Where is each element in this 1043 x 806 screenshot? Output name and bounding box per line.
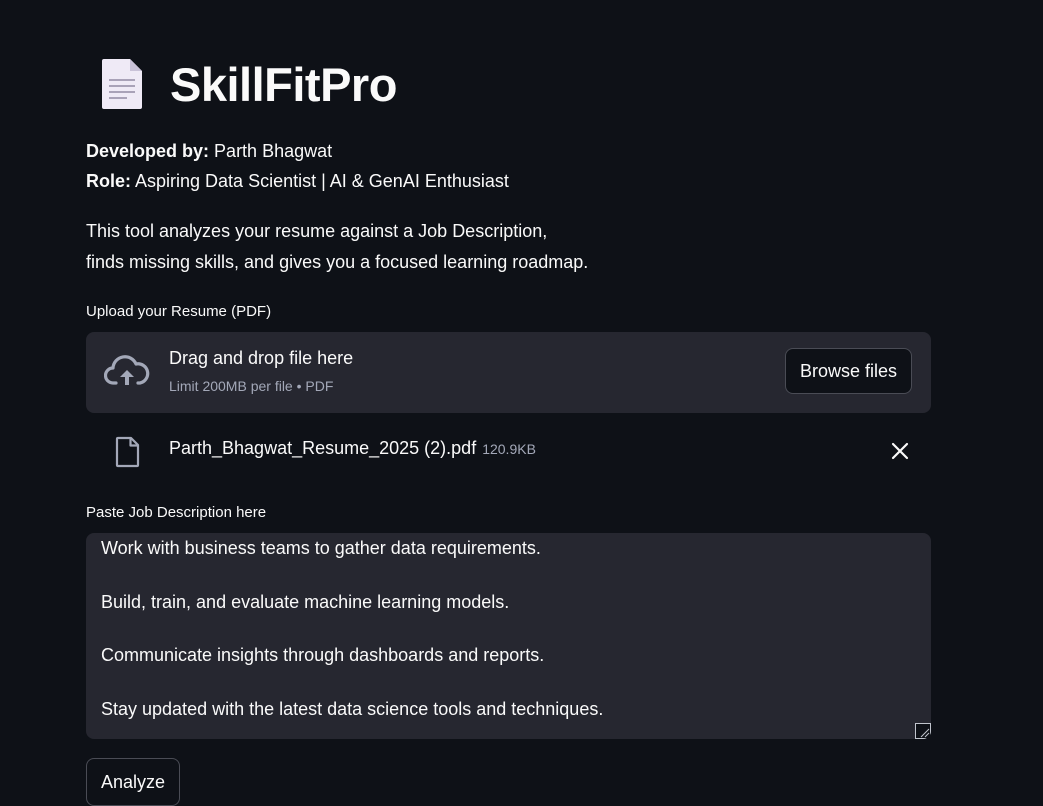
jd-text-line: Work with business teams to gather data … [101, 538, 541, 558]
role-line: Role: Aspiring Data Scientist | AI & Gen… [86, 171, 509, 192]
uploaded-file-row: Parth_Bhagwat_Resume_2025 (2).pdf 120.9KB [86, 432, 931, 472]
developer-line: Developed by: Parth Bhagwat [86, 141, 332, 162]
jd-text-line: Build, train, and evaluate machine learn… [101, 592, 510, 612]
file-icon [115, 436, 140, 468]
page-title: SkillFitPro [170, 57, 397, 111]
cloud-upload-icon [104, 355, 150, 385]
close-icon[interactable] [891, 442, 909, 460]
role-value: Aspiring Data Scientist | AI & GenAI Ent… [135, 171, 509, 191]
page-facing-up-icon [102, 59, 142, 109]
file-dropzone[interactable]: Drag and drop file here Limit 200MB per … [86, 332, 931, 413]
dropzone-limit: Limit 200MB per file • PDF [169, 378, 334, 394]
job-description-textarea[interactable]: Work with business teams to gather data … [86, 533, 931, 739]
uploaded-file-size: 120.9KB [482, 441, 536, 457]
uploaded-file-info: Parth_Bhagwat_Resume_2025 (2).pdf 120.9KB [169, 438, 536, 459]
jd-text-line: Stay updated with the latest data scienc… [101, 699, 604, 719]
analyze-button[interactable]: Analyze [86, 758, 181, 806]
upload-label: Upload your Resume (PDF) [86, 303, 272, 320]
job-description-label: Paste Job Description here [86, 504, 267, 521]
title-row: SkillFitPro [100, 54, 397, 114]
dropzone-instruction: Drag and drop file here [169, 348, 354, 368]
uploaded-file-name: Parth_Bhagwat_Resume_2025 (2).pdf [169, 438, 477, 458]
description-line-1: This tool analyzes your resume against a… [86, 221, 548, 241]
developed-by-label: Developed by: [86, 141, 210, 161]
description-line-2: finds missing skills, and gives you a fo… [86, 252, 589, 272]
resize-handle-icon[interactable] [915, 723, 931, 739]
jd-text-line: Communicate insights through dashboards … [101, 645, 545, 665]
role-label: Role: [86, 171, 131, 191]
developer-name: Parth Bhagwat [214, 141, 333, 161]
browse-files-button[interactable]: Browse files [784, 348, 912, 394]
